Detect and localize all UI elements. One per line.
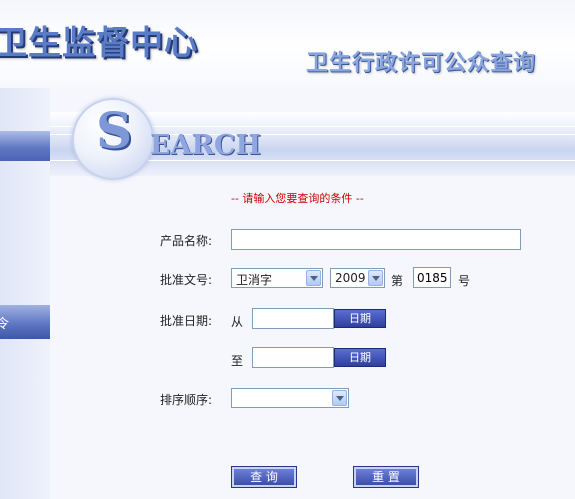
approval-prefix-value: 卫消字 (236, 273, 273, 287)
reset-button[interactable]: 重 置 (353, 466, 419, 488)
sidebar-menu-item-label: 令 (0, 317, 10, 332)
query-button[interactable]: 查 询 (231, 466, 297, 488)
date-from-label: 从 (231, 315, 244, 329)
search-banner-text: EARCH (150, 130, 261, 161)
sidebar-decor-bar (0, 131, 50, 161)
approval-date-label: 批准日期: (160, 314, 213, 328)
approval-prefix-select[interactable]: 卫消字 (231, 268, 323, 288)
approval-di-label: 第 (391, 274, 404, 288)
form-hint: -- 请输入您要查询的条件 -- (231, 192, 364, 205)
system-title: 卫生行政许可公众查询 (306, 50, 537, 76)
date-from-button[interactable]: 日期 (334, 309, 386, 328)
date-from-input[interactable] (252, 308, 334, 329)
sort-order-label: 排序顺序: (160, 393, 213, 407)
date-to-label: 至 (231, 354, 244, 368)
approval-hao-label: 号 (458, 274, 471, 288)
search-banner-initial: S (96, 101, 133, 160)
org-title: 卫生监督中心 (0, 23, 198, 62)
approval-year-value: 2009 (335, 271, 366, 285)
sort-order-select[interactable] (231, 388, 349, 408)
product-name-input[interactable] (231, 229, 521, 250)
product-name-label: 产品名称: (160, 234, 213, 248)
chevron-down-icon[interactable] (306, 270, 321, 286)
chevron-down-icon[interactable] (332, 390, 347, 406)
approval-number-input[interactable] (413, 267, 451, 288)
date-to-input[interactable] (252, 347, 334, 368)
approval-number-label: 批准文号: (160, 273, 213, 287)
date-to-button[interactable]: 日期 (334, 348, 386, 367)
approval-year-select[interactable]: 2009 (330, 268, 385, 288)
chevron-down-icon[interactable] (368, 270, 383, 286)
page-header: 卫生监督中心 卫生行政许可公众查询 (0, 0, 575, 88)
